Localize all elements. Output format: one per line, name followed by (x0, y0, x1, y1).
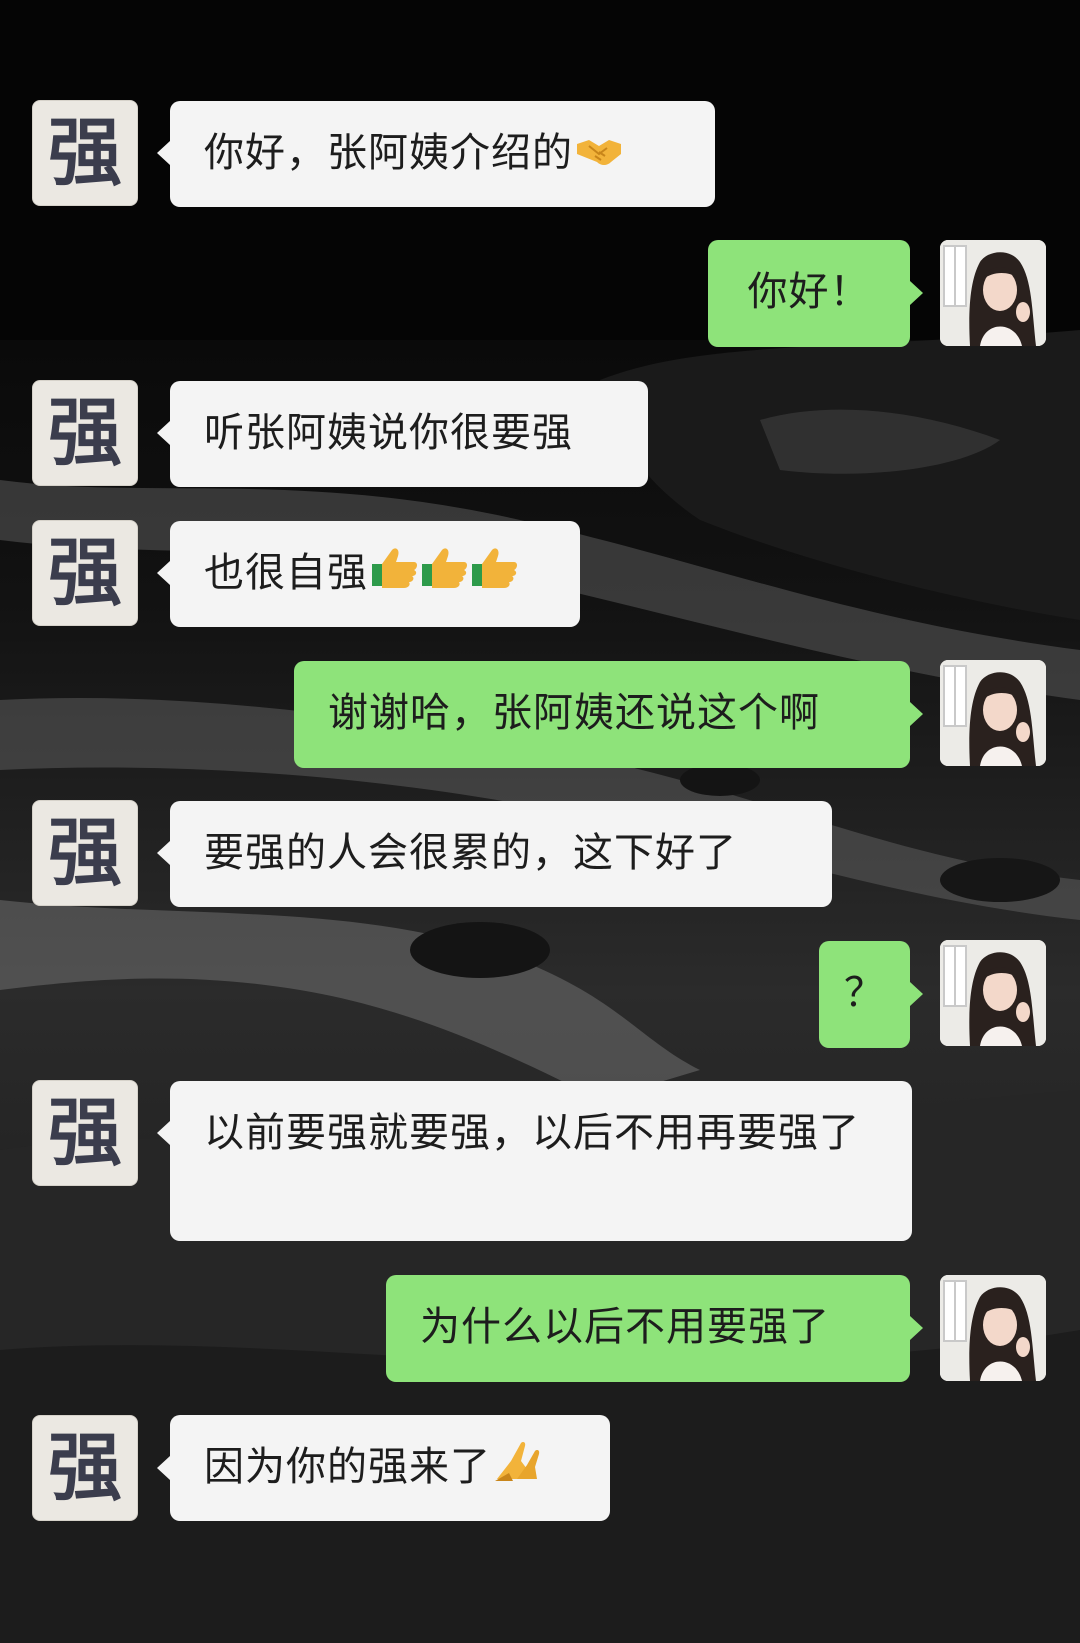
profile-photo-icon (940, 660, 1046, 766)
message-text: 谢谢哈，张阿姨还说这个啊 (328, 690, 820, 736)
avatar-character: 强 (48, 810, 122, 896)
contact-avatar[interactable]: 强 (32, 100, 138, 206)
message-text: 你好，张阿姨介绍的 (204, 130, 573, 176)
bubble-tail (157, 1121, 170, 1145)
praying-hands-icon (493, 1439, 543, 1499)
profile-photo-icon (940, 940, 1046, 1046)
message-text: 为什么以后不用要强了 (420, 1304, 830, 1350)
message-bubble-outgoing[interactable]: ？ (819, 941, 910, 1048)
contact-avatar[interactable]: 强 (32, 1080, 138, 1186)
avatar-character: 强 (48, 1090, 122, 1176)
user-avatar[interactable] (940, 940, 1046, 1046)
message-bubble-incoming[interactable]: 以前要强就要强，以后不用再要强了 (170, 1081, 912, 1241)
bubble-tail (157, 141, 170, 165)
user-avatar[interactable] (940, 1275, 1046, 1381)
message-bubble-incoming[interactable]: 因为你的强来了 (170, 1415, 610, 1521)
bubble-tail (157, 841, 170, 865)
contact-avatar[interactable]: 强 (32, 520, 138, 626)
avatar-character: 强 (48, 110, 122, 196)
message-text: ？ (844, 970, 885, 1016)
bubble-tail (157, 421, 170, 445)
message-bubble-incoming[interactable]: 要强的人会很累的，这下好了 (170, 801, 832, 907)
message-bubble-incoming[interactable]: 你好，张阿姨介绍的 (170, 101, 715, 207)
message-text: 也很自强 (204, 550, 368, 596)
user-avatar[interactable] (940, 660, 1046, 766)
user-avatar[interactable] (940, 240, 1046, 346)
profile-photo-icon (940, 1275, 1046, 1381)
avatar-character: 强 (48, 1425, 122, 1511)
avatar-character: 强 (48, 390, 122, 476)
message-bubble-outgoing[interactable]: 谢谢哈，张阿姨还说这个啊 (294, 661, 910, 768)
avatar-character: 强 (48, 530, 122, 616)
message-text: 因为你的强来了 (204, 1444, 491, 1490)
handshake-icon (575, 126, 623, 184)
contact-avatar[interactable]: 强 (32, 800, 138, 906)
bubble-tail (157, 561, 170, 585)
bubble-tail (910, 982, 923, 1006)
message-bubble-incoming[interactable]: 听张阿姨说你很要强 (170, 381, 648, 487)
thumbs-up-icon (370, 544, 520, 606)
bubble-tail (910, 281, 923, 305)
chat-screen: 强 你好，张阿姨介绍的 你好！ 强 听张阿姨说你很要强 强 也很自强 谢谢哈，张… (0, 0, 1080, 1643)
contact-avatar[interactable]: 强 (32, 380, 138, 486)
message-text: 你好！ (747, 269, 871, 315)
message-text: 以前要强就要强，以后不用再要强了 (204, 1110, 860, 1156)
message-text: 要强的人会很累的，这下好了 (204, 830, 737, 876)
profile-photo-icon (940, 240, 1046, 346)
bubble-tail (910, 702, 923, 726)
contact-avatar[interactable]: 强 (32, 1415, 138, 1521)
message-bubble-outgoing[interactable]: 为什么以后不用要强了 (386, 1275, 910, 1382)
bubble-tail (157, 1456, 170, 1480)
message-bubble-outgoing[interactable]: 你好！ (708, 240, 910, 347)
message-bubble-incoming[interactable]: 也很自强 (170, 521, 580, 627)
message-text: 听张阿姨说你很要强 (204, 410, 573, 456)
bubble-tail (910, 1316, 923, 1340)
